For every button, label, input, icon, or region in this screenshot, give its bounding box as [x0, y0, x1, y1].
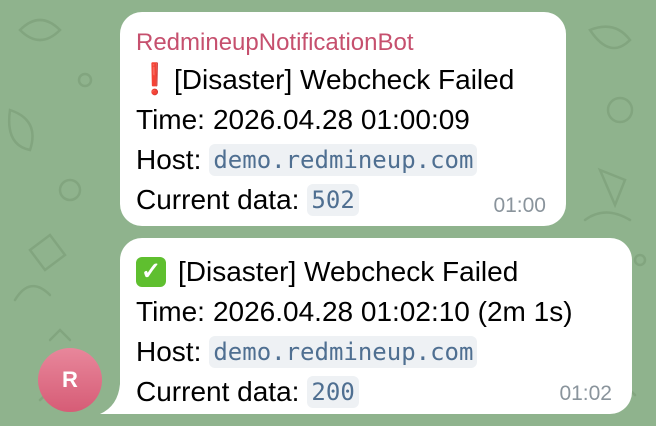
message-title: ✓ [Disaster] Webcheck Failed [136, 252, 632, 292]
sender-name[interactable]: RedmineupNotificationBot [136, 28, 566, 58]
host-label: Host: [136, 144, 202, 175]
time-row: Time: 2026.04.28 01:02:10 (2m 1s) [136, 292, 632, 332]
data-code[interactable]: 502 [307, 184, 359, 216]
time-value: 2026.04.28 01:02:10 (2m 1s) [212, 296, 573, 327]
host-row: Host: demo.redmineup.com [136, 140, 566, 180]
message-timestamp: 01:02 [559, 382, 612, 405]
message-title-text: [Disaster] Webcheck Failed [178, 256, 519, 287]
green-check-icon: ✓ [136, 257, 166, 287]
host-row: Host: demo.redmineup.com [136, 332, 632, 372]
bubble-tail [100, 384, 124, 414]
host-code[interactable]: demo.redmineup.com [209, 336, 478, 368]
red-exclamation-icon: ❗ [136, 63, 174, 96]
avatar[interactable]: R [38, 348, 102, 412]
data-label: Current data: [136, 376, 300, 407]
time-label: Time: [136, 296, 205, 327]
message-title-text: [Disaster] Webcheck Failed [174, 64, 515, 95]
message-bubble[interactable]: RedmineupNotificationBot ❗ [Disaster] We… [120, 12, 566, 226]
message-bubble[interactable]: ✓ [Disaster] Webcheck Failed Time: 2026.… [120, 238, 632, 414]
time-value: 2026.04.28 01:00:09 [212, 104, 470, 135]
host-code[interactable]: demo.redmineup.com [209, 144, 478, 176]
data-label: Current data: [136, 184, 300, 215]
time-row: Time: 2026.04.28 01:00:09 [136, 100, 566, 140]
message-timestamp: 01:00 [493, 194, 546, 217]
data-row: Current data: 200 [136, 372, 632, 412]
avatar-initial: R [62, 367, 78, 392]
message-title: ❗ [Disaster] Webcheck Failed [136, 60, 566, 100]
time-label: Time: [136, 104, 205, 135]
data-code[interactable]: 200 [307, 376, 359, 408]
host-label: Host: [136, 336, 202, 367]
